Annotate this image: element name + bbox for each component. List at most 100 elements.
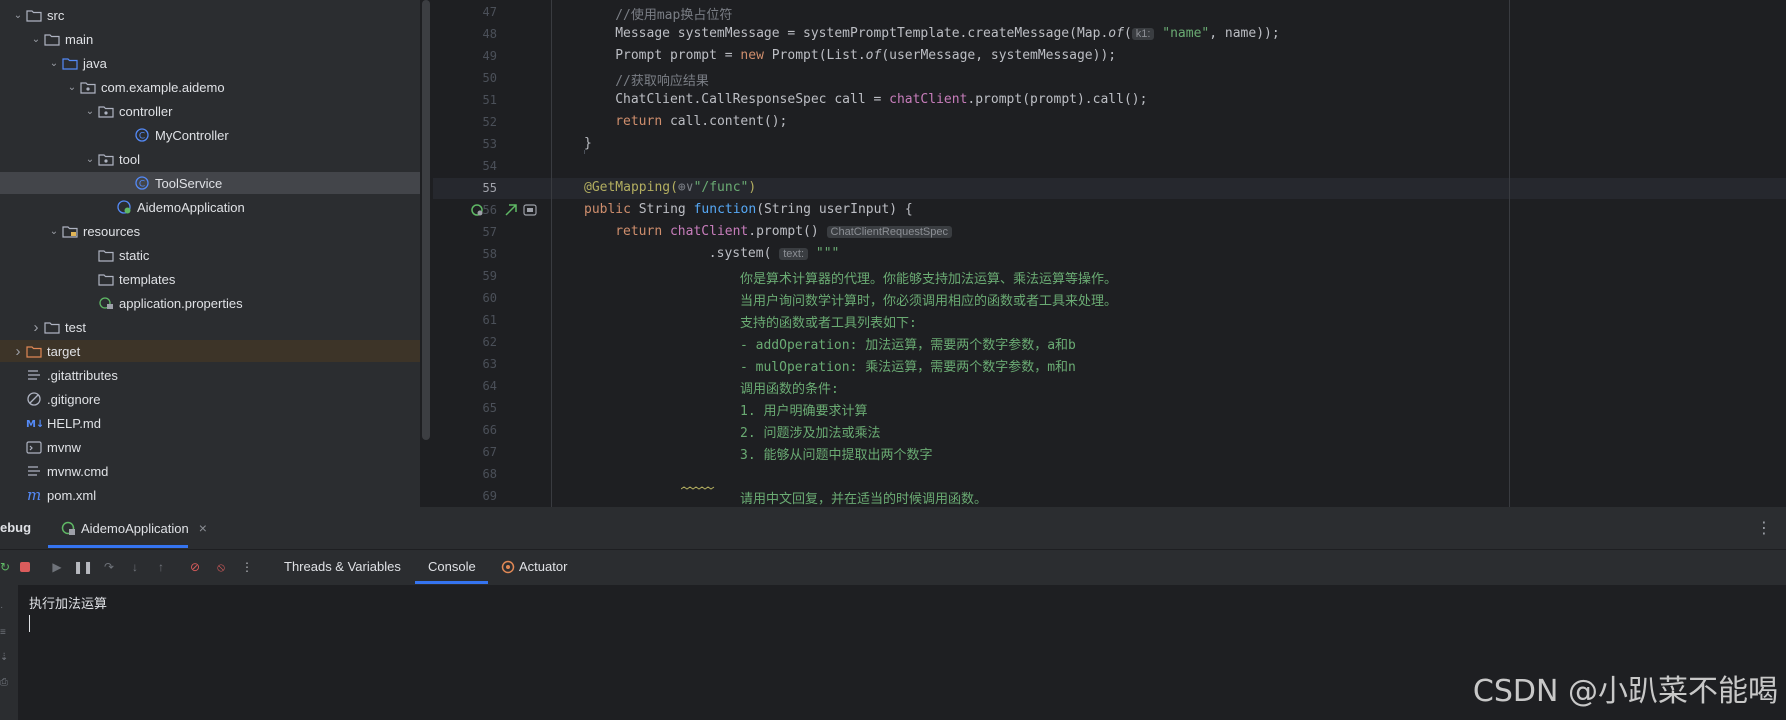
- tree-item-label: mvnw.cmd: [47, 463, 109, 479]
- line-number: 59: [482, 269, 497, 283]
- print-icon[interactable]: ⎙: [0, 670, 10, 695]
- step-into-icon[interactable]: ↓: [126, 558, 144, 576]
- chevron-icon[interactable]: ⌄: [82, 106, 98, 117]
- chevron-icon[interactable]: ⌄: [46, 58, 62, 69]
- step-out-icon[interactable]: ↑: [152, 558, 170, 576]
- tree-item[interactable]: templates: [0, 268, 420, 290]
- svg-text:m: m: [27, 487, 41, 503]
- more-options-icon[interactable]: ⋮: [1756, 518, 1772, 538]
- code-line[interactable]: 请用中文回复，并在适当的时候调用函数。: [740, 488, 987, 507]
- tree-item[interactable]: .gitattributes: [0, 364, 420, 386]
- debug-header: ebug AidemoApplication × ⋮: [0, 507, 1786, 550]
- resume-icon[interactable]: ▶: [48, 558, 66, 576]
- code-line[interactable]: - mulOperation: 乘法运算，需要两个数字参数，m和n: [740, 356, 1076, 375]
- line-number: 51: [482, 93, 497, 107]
- svg-text:C: C: [139, 132, 145, 142]
- endpoint-icon[interactable]: [504, 203, 518, 217]
- terminal-icon: [26, 439, 42, 455]
- wrap-icon[interactable]: ≡: [0, 620, 10, 645]
- scroll-end-icon[interactable]: ⇣: [0, 645, 10, 670]
- folder-res-icon: [62, 223, 78, 239]
- chevron-icon[interactable]: ⌄: [82, 154, 98, 165]
- console-side-toolbar[interactable]: · ≡ ⇣ ⎙: [0, 595, 10, 720]
- tree-scrollbar[interactable]: [422, 0, 430, 440]
- line-number: 48: [482, 27, 497, 41]
- http-request-icon[interactable]: [523, 204, 537, 216]
- chevron-icon[interactable]: ⌄: [10, 10, 26, 21]
- tree-item[interactable]: ⌄ java: [0, 52, 420, 74]
- tree-item[interactable]: m pom.xml: [0, 484, 420, 506]
- code-line[interactable]: return chatClient.prompt() ChatClientReq…: [615, 224, 952, 239]
- code-token: 2. 问题涉及加法或乘法: [740, 426, 881, 441]
- step-over-icon[interactable]: ↷: [100, 558, 118, 576]
- tree-item[interactable]: › target: [0, 340, 420, 362]
- scroll-up-icon[interactable]: ·: [0, 595, 10, 620]
- pause-icon[interactable]: ❚❚: [73, 558, 93, 576]
- code-line[interactable]: Message systemMessage = systemPromptTemp…: [615, 26, 1280, 41]
- code-line[interactable]: @GetMapping(⊕∨"/func"): [584, 180, 756, 195]
- code-line[interactable]: 1. 用户明确要求计算: [740, 400, 867, 419]
- line-number: 55: [482, 181, 497, 195]
- rerun-icon[interactable]: ↻: [0, 558, 14, 576]
- mute-breakpoints-icon[interactable]: ⦸: [212, 558, 230, 576]
- tree-item[interactable]: ⌄ controller: [0, 100, 420, 122]
- tree-item[interactable]: ⌄ resources: [0, 220, 420, 242]
- tree-item[interactable]: C MyController: [0, 124, 420, 146]
- code-token: (userMessage, systemMessage));: [881, 48, 1117, 63]
- spring-bean-icon[interactable]: [470, 203, 484, 217]
- tree-item[interactable]: ⌄ tool: [0, 148, 420, 170]
- view-breakpoints-icon[interactable]: ⊘: [186, 558, 204, 576]
- tree-item[interactable]: static: [0, 244, 420, 266]
- stop-icon[interactable]: [16, 558, 34, 576]
- code-line[interactable]: 你是算术计算器的代理。你能够支持加法运算、乘法运算等操作。: [740, 268, 1117, 287]
- chevron-icon[interactable]: ⌄: [64, 82, 80, 93]
- run-config-tab[interactable]: AidemoApplication ×: [60, 507, 207, 549]
- line-number: 62: [482, 335, 497, 349]
- tree-item-label: mvnw: [47, 439, 81, 455]
- tree-item[interactable]: ⌄ src: [0, 4, 420, 26]
- code-line[interactable]: ChatClient.CallResponseSpec call = chatC…: [615, 92, 1147, 107]
- code-line[interactable]: 调用函数的条件:: [740, 378, 839, 397]
- code-line[interactable]: 3. 能够从问题中提取出两个数字: [740, 444, 932, 463]
- code-line[interactable]: .system( text: """: [709, 246, 840, 261]
- code-line[interactable]: }: [584, 136, 592, 151]
- chevron-icon[interactable]: ⌄: [28, 34, 44, 45]
- tree-item[interactable]: ⌄ main: [0, 28, 420, 50]
- console-line: 执行加法运算: [29, 597, 108, 612]
- tree-item[interactable]: ⌄ com.example.aidemo: [0, 76, 420, 98]
- code-line[interactable]: Prompt prompt = new Prompt(List.of(userM…: [615, 48, 1116, 63]
- chevron-icon[interactable]: ›: [28, 319, 44, 336]
- line-number: 49: [482, 49, 497, 63]
- package-icon: [98, 151, 114, 167]
- code-line[interactable]: - addOperation: 加法运算，需要两个数字参数，a和b: [740, 334, 1076, 353]
- code-line[interactable]: 支持的函数或者工具列表如下:: [740, 312, 917, 331]
- code-line[interactable]: 当用户询问数学计算时，你必须调用相应的函数或者工具来处理。: [740, 290, 1117, 309]
- tree-item[interactable]: mvnw: [0, 436, 420, 458]
- code-line[interactable]: //获取响应结果: [615, 70, 709, 89]
- close-tab-icon[interactable]: ×: [199, 520, 207, 536]
- code-token: ): [748, 180, 757, 195]
- code-line[interactable]: return call.content();: [615, 114, 787, 129]
- tree-item[interactable]: AidemoApplication: [0, 196, 420, 218]
- code-token: new: [740, 48, 764, 63]
- line-number: 65: [482, 401, 497, 415]
- more-actions-icon[interactable]: ⋮: [238, 558, 256, 576]
- code-token: chatClient: [669, 224, 749, 239]
- chevron-icon[interactable]: ⌄: [46, 226, 62, 237]
- tree-item[interactable]: › test: [0, 316, 420, 338]
- code-line[interactable]: 2. 问题涉及加法或乘法: [740, 422, 880, 441]
- tree-item[interactable]: M↓ HELP.md: [0, 412, 420, 434]
- tree-item[interactable]: application.properties: [0, 292, 420, 314]
- code-line[interactable]: public String function(String userInput)…: [584, 202, 913, 217]
- code-line[interactable]: //使用map换占位符: [615, 4, 732, 23]
- chevron-icon[interactable]: ›: [10, 343, 26, 360]
- code-editor[interactable]: 47 48 49 50 51 52 53 54 55 56 57 58 59 60 61 62 63 64 65 66…: [433, 0, 1786, 507]
- line-number: 57: [482, 225, 497, 239]
- tree-item[interactable]: C ToolService: [0, 172, 420, 194]
- tab-actuator[interactable]: Actuator: [519, 550, 567, 584]
- tree-item[interactable]: .gitignore: [0, 388, 420, 410]
- tab-threads-variables[interactable]: Threads & Variables: [284, 550, 401, 584]
- tab-console[interactable]: Console: [428, 550, 476, 584]
- line-number: 64: [482, 379, 497, 393]
- tree-item[interactable]: mvnw.cmd: [0, 460, 420, 482]
